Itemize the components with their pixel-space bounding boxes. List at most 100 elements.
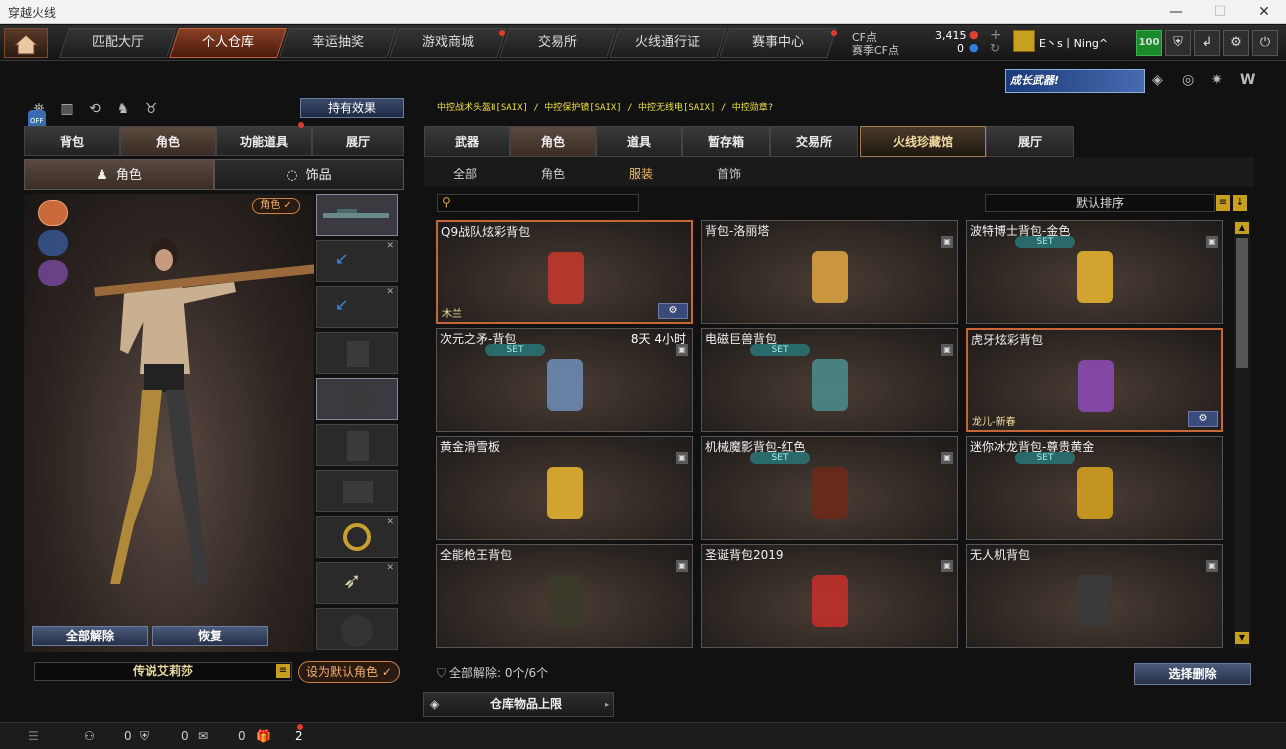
menu-list-icon[interactable]: ☰ bbox=[28, 729, 39, 743]
item-card[interactable]: 虎牙炫彩背包 龙儿-新春 ⚙ bbox=[966, 328, 1223, 432]
tab-match-lobby[interactable]: 匹配大厅 bbox=[59, 28, 177, 58]
tab-character[interactable]: 角色 bbox=[120, 126, 216, 156]
username[interactable]: E丶s丨Ning^ bbox=[1039, 35, 1108, 51]
lock-icon[interactable]: ▣ bbox=[1206, 236, 1218, 248]
lock-icon[interactable]: ▣ bbox=[941, 560, 953, 572]
warehouse-capacity-button[interactable]: ◈ 仓库物品上限 ▸ bbox=[423, 692, 614, 717]
promo-icon-1[interactable]: ◈ bbox=[1152, 72, 1172, 92]
equip-slot-backpack[interactable] bbox=[316, 378, 398, 420]
equip-slot-top[interactable] bbox=[316, 424, 398, 466]
power-icon[interactable]: ⏻ bbox=[1252, 30, 1278, 56]
promo-icon-3[interactable]: ✷ bbox=[1211, 72, 1231, 92]
tab-collection-hall[interactable]: 火线珍藏馆 bbox=[860, 126, 986, 157]
scroll-thumb[interactable] bbox=[1236, 238, 1248, 368]
promo-icon-4[interactable]: W bbox=[1240, 72, 1260, 92]
sort-direction-icon[interactable]: ↓ bbox=[1233, 195, 1247, 211]
search-input[interactable]: ⚲ bbox=[437, 194, 639, 212]
item-card[interactable]: 电磁巨兽背包 SET ▣ bbox=[701, 328, 958, 432]
promo-icon-2[interactable]: ◎ bbox=[1182, 72, 1202, 92]
wolf-role-icon[interactable] bbox=[38, 200, 68, 226]
item-card[interactable]: 圣诞背包2019 ▣ bbox=[701, 544, 958, 648]
pose-icon[interactable]: ♞ bbox=[112, 98, 134, 120]
pet-icon[interactable]: ♉ bbox=[140, 98, 162, 120]
maximize-button[interactable]: ☐ bbox=[1198, 0, 1242, 24]
tab-game-mall[interactable]: 游戏商城 bbox=[389, 28, 507, 58]
tab-battle-pass[interactable]: 火线通行证 bbox=[609, 28, 727, 58]
minimize-button[interactable]: — bbox=[1154, 0, 1198, 24]
filter-jewelry[interactable]: 首饰 bbox=[717, 165, 741, 182]
gear-icon[interactable]: ⚙ bbox=[1188, 411, 1218, 427]
tab-event-center[interactable]: 赛事中心 bbox=[719, 28, 837, 58]
equip-slot-ring[interactable]: ✕ bbox=[316, 516, 398, 558]
tab-backpack[interactable]: 背包 bbox=[24, 126, 120, 156]
tab-weapons[interactable]: 武器 bbox=[424, 126, 510, 157]
holding-effect-button[interactable]: 持有效果 bbox=[300, 98, 404, 118]
scroll-down-arrow[interactable]: ▼ bbox=[1235, 632, 1249, 644]
shield-icon[interactable]: ⛨ bbox=[1165, 30, 1191, 56]
lock-icon[interactable]: ▣ bbox=[941, 344, 953, 356]
subtab-character[interactable]: ♟ 角色 bbox=[24, 159, 214, 190]
lock-icon[interactable]: ▣ bbox=[941, 236, 953, 248]
item-card[interactable]: 背包-洛丽塔 ▣ bbox=[701, 220, 958, 324]
item-card[interactable]: Q9战队炫彩背包 木兰 ⚙ bbox=[436, 220, 693, 324]
home-button[interactable] bbox=[4, 28, 48, 58]
tab-trade[interactable]: 交易所 bbox=[770, 126, 858, 157]
equip-slot-weapon[interactable] bbox=[316, 194, 398, 236]
name-list-icon[interactable]: ≡ bbox=[276, 664, 290, 678]
equip-slot-pants[interactable] bbox=[316, 470, 398, 512]
equip-slot-2[interactable]: ✕ ↙ bbox=[316, 240, 398, 282]
tab-showroom[interactable]: 展厅 bbox=[312, 126, 404, 156]
scroll-up-arrow[interactable]: ▲ bbox=[1235, 222, 1249, 234]
item-card[interactable]: 迷你冰龙背包-尊贵黄金 SET bbox=[966, 436, 1223, 540]
exit-room-icon[interactable]: ↲ bbox=[1194, 30, 1220, 56]
gift-icon[interactable]: 🎁 bbox=[256, 729, 271, 743]
set-default-character-button[interactable]: 设为默认角色 ✓ bbox=[298, 661, 400, 683]
chat-icon[interactable]: ✉ bbox=[198, 729, 208, 743]
filter-clothing[interactable]: 服装 bbox=[629, 165, 653, 182]
lock-icon[interactable]: ▣ bbox=[676, 344, 688, 356]
remove-icon[interactable]: ✕ bbox=[386, 563, 394, 573]
lock-icon[interactable]: ▣ bbox=[676, 560, 688, 572]
item-card[interactable]: 黄金滑雪板 ▣ bbox=[436, 436, 693, 540]
filter-role[interactable]: 角色 bbox=[541, 165, 565, 182]
sort-dropdown[interactable]: 默认排序 bbox=[985, 194, 1215, 212]
subtab-accessories[interactable]: ◌ 饰品 bbox=[214, 159, 404, 190]
friends-icon[interactable]: ⚇ bbox=[84, 729, 95, 743]
tab-exhibit[interactable]: 展厅 bbox=[986, 126, 1074, 157]
item-card[interactable]: 波特博士背包-金色 SET ▣ bbox=[966, 220, 1223, 324]
refresh-icon[interactable]: ↻ bbox=[990, 41, 1000, 55]
equip-slot-wing[interactable]: ✕ ➶ bbox=[316, 562, 398, 604]
tab-function-items[interactable]: 功能道具 bbox=[216, 126, 312, 156]
restore-button[interactable]: 恢复 bbox=[152, 626, 268, 646]
unequip-all-button[interactable]: 全部解除 bbox=[32, 626, 148, 646]
toggle-off-icon[interactable]: OFF ⛯ bbox=[28, 98, 50, 132]
lock-icon[interactable]: ▣ bbox=[1206, 560, 1218, 572]
item-card[interactable]: 机械魔影背包-红色 SET ▣ bbox=[701, 436, 958, 540]
remove-icon[interactable]: ✕ bbox=[386, 287, 394, 297]
lock-icon[interactable]: ▣ bbox=[941, 452, 953, 464]
item-card[interactable]: 无人机背包 ▣ bbox=[966, 544, 1223, 648]
lock-icon[interactable]: ▣ bbox=[676, 452, 688, 464]
item-card[interactable]: 次元之矛-背包 8天 4小时 SET ▣ bbox=[436, 328, 693, 432]
remove-icon[interactable]: ✕ bbox=[386, 241, 394, 251]
gear-icon[interactable]: ⚙ bbox=[1223, 30, 1249, 56]
rotate-icon[interactable]: ⟲ bbox=[84, 98, 106, 120]
sort-list-icon[interactable]: ≡ bbox=[1216, 195, 1230, 211]
character-tag[interactable]: 角色 ✓ bbox=[252, 198, 300, 214]
growth-weapon-banner[interactable]: 成长武器! bbox=[1005, 69, 1145, 93]
remove-icon[interactable]: ✕ bbox=[386, 517, 394, 527]
tab-personal-warehouse[interactable]: 个人仓库 bbox=[169, 28, 287, 58]
gear-icon[interactable]: ⚙ bbox=[658, 303, 688, 319]
tab-lucky-draw[interactable]: 幸运抽奖 bbox=[279, 28, 397, 58]
equip-slot-vest[interactable] bbox=[316, 332, 398, 374]
equip-slot-empty[interactable] bbox=[316, 608, 398, 650]
filter-all[interactable]: 全部 bbox=[453, 165, 477, 182]
select-delete-button[interactable]: 选择删除 bbox=[1134, 663, 1251, 685]
equip-slot-3[interactable]: ✕ ↙ bbox=[316, 286, 398, 328]
tab-storage[interactable]: 暂存箱 bbox=[682, 126, 770, 157]
close-button[interactable]: ✕ bbox=[1242, 0, 1286, 24]
tab-exchange[interactable]: 交易所 bbox=[499, 28, 617, 58]
tab-items[interactable]: 道具 bbox=[596, 126, 682, 157]
character-preview[interactable]: 角色 ✓ bbox=[24, 194, 314, 652]
item-card[interactable]: 全能枪王背包 ▣ bbox=[436, 544, 693, 648]
